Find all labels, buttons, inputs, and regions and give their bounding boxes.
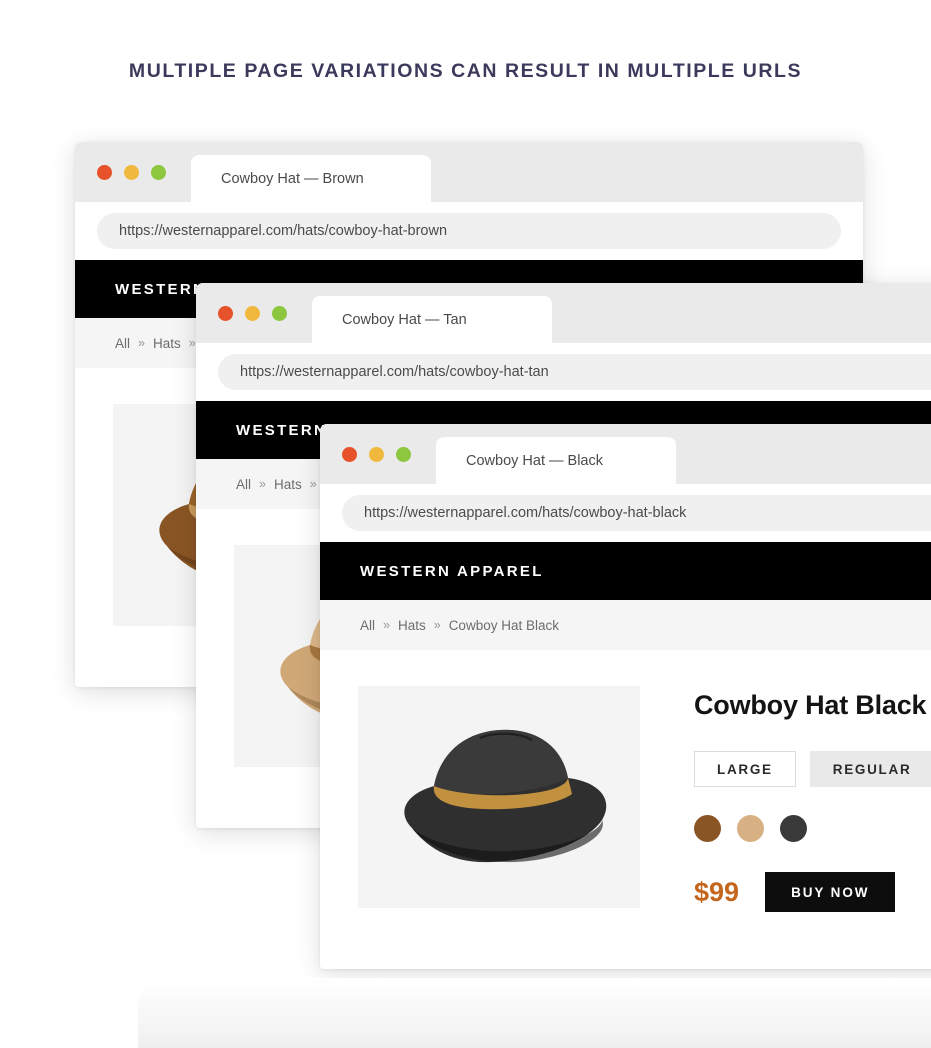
breadcrumb-item-hats[interactable]: Hats — [398, 618, 426, 633]
tab-label: Cowboy Hat — Black — [466, 452, 603, 469]
product-image-container — [358, 686, 640, 908]
product-info: Cowboy Hat Black LARGE REGULAR $99 BUY N… — [694, 686, 931, 969]
url-text: https://westernapparel.com/hats/cowboy-h… — [364, 505, 687, 521]
breadcrumb-item-hats[interactable]: Hats — [153, 336, 181, 351]
browser-tab[interactable]: Cowboy Hat — Brown — [191, 155, 431, 202]
address-bar[interactable]: https://westernapparel.com/hats/cowboy-h… — [342, 495, 931, 531]
brand-logo: WESTERN APPAREL — [360, 562, 544, 580]
url-bar-row: https://westernapparel.com/hats/cowboy-h… — [75, 202, 863, 260]
page-title: MULTIPLE PAGE VARIATIONS CAN RESULT IN M… — [128, 60, 803, 82]
browser-tab[interactable]: Cowboy Hat — Black — [436, 437, 676, 484]
minimize-window-icon[interactable] — [245, 306, 260, 321]
color-swatches[interactable] — [694, 815, 931, 842]
address-bar[interactable]: https://westernapparel.com/hats/cowboy-h… — [97, 213, 841, 249]
size-option-regular[interactable]: REGULAR — [809, 751, 931, 787]
tab-label: Cowboy Hat — Brown — [221, 170, 364, 187]
breadcrumb-separator-icon: » — [188, 336, 196, 350]
window-controls[interactable] — [218, 306, 287, 321]
product-detail-black: Cowboy Hat Black LARGE REGULAR $99 BUY N… — [320, 650, 931, 969]
breadcrumb-item-all[interactable]: All — [236, 477, 251, 492]
window-controls[interactable] — [97, 165, 166, 180]
close-window-icon[interactable] — [342, 447, 357, 462]
size-option-large[interactable]: LARGE — [694, 751, 796, 787]
tab-label: Cowboy Hat — Tan — [342, 311, 467, 328]
url-text: https://westernapparel.com/hats/cowboy-h… — [119, 223, 448, 239]
color-swatch-black[interactable] — [780, 815, 807, 842]
product-title: Cowboy Hat Black — [694, 690, 927, 720]
breadcrumb: All » Hats » Cowboy Hat Black — [320, 600, 931, 650]
breadcrumb-separator-icon: » — [309, 477, 317, 491]
breadcrumb-item-hats[interactable]: Hats — [274, 477, 302, 492]
maximize-window-icon[interactable] — [151, 165, 166, 180]
browser-chrome-bar: Cowboy Hat — Black — [320, 424, 931, 484]
minimize-window-icon[interactable] — [124, 165, 139, 180]
url-bar-row: https://westernapparel.com/hats/cowboy-h… — [196, 343, 931, 401]
browser-tab[interactable]: Cowboy Hat — Tan — [312, 296, 552, 343]
cowboy-hat-icon — [404, 729, 607, 863]
browser-chrome-bar: Cowboy Hat — Tan — [196, 283, 931, 343]
maximize-window-icon[interactable] — [272, 306, 287, 321]
breadcrumb-item-current: Cowboy Hat Black — [448, 617, 559, 633]
color-swatch-tan[interactable] — [737, 815, 764, 842]
breadcrumb-separator-icon: » — [138, 336, 145, 350]
close-window-icon[interactable] — [97, 165, 112, 180]
buy-now-button[interactable]: BUY NOW — [765, 872, 896, 912]
product-price: $99 — [694, 876, 740, 907]
close-window-icon[interactable] — [218, 306, 233, 321]
url-text: https://westernapparel.com/hats/cowboy-h… — [240, 364, 549, 380]
breadcrumb-separator-icon: » — [433, 618, 441, 632]
purchase-row: $99 BUY NOW — [694, 872, 931, 912]
breadcrumb-item-all[interactable]: All — [115, 336, 130, 351]
browser-window-black[interactable]: Cowboy Hat — Black https://westernappare… — [320, 424, 931, 969]
breadcrumb-separator-icon: » — [259, 477, 266, 491]
breadcrumb-separator-icon: » — [383, 618, 390, 632]
window-controls[interactable] — [342, 447, 411, 462]
breadcrumb-item-all[interactable]: All — [360, 618, 375, 633]
site-header-black: WESTERN APPAREL — [320, 542, 931, 600]
maximize-window-icon[interactable] — [396, 447, 411, 462]
url-bar-row: https://westernapparel.com/hats/cowboy-h… — [320, 484, 931, 542]
color-swatch-brown[interactable] — [694, 815, 721, 842]
browser-chrome-bar: Cowboy Hat — Brown — [75, 142, 863, 202]
minimize-window-icon[interactable] — [369, 447, 384, 462]
address-bar[interactable]: https://westernapparel.com/hats/cowboy-h… — [218, 354, 931, 390]
decorative-bottom-sheet — [138, 978, 931, 1048]
size-selector[interactable]: LARGE REGULAR — [694, 751, 931, 787]
